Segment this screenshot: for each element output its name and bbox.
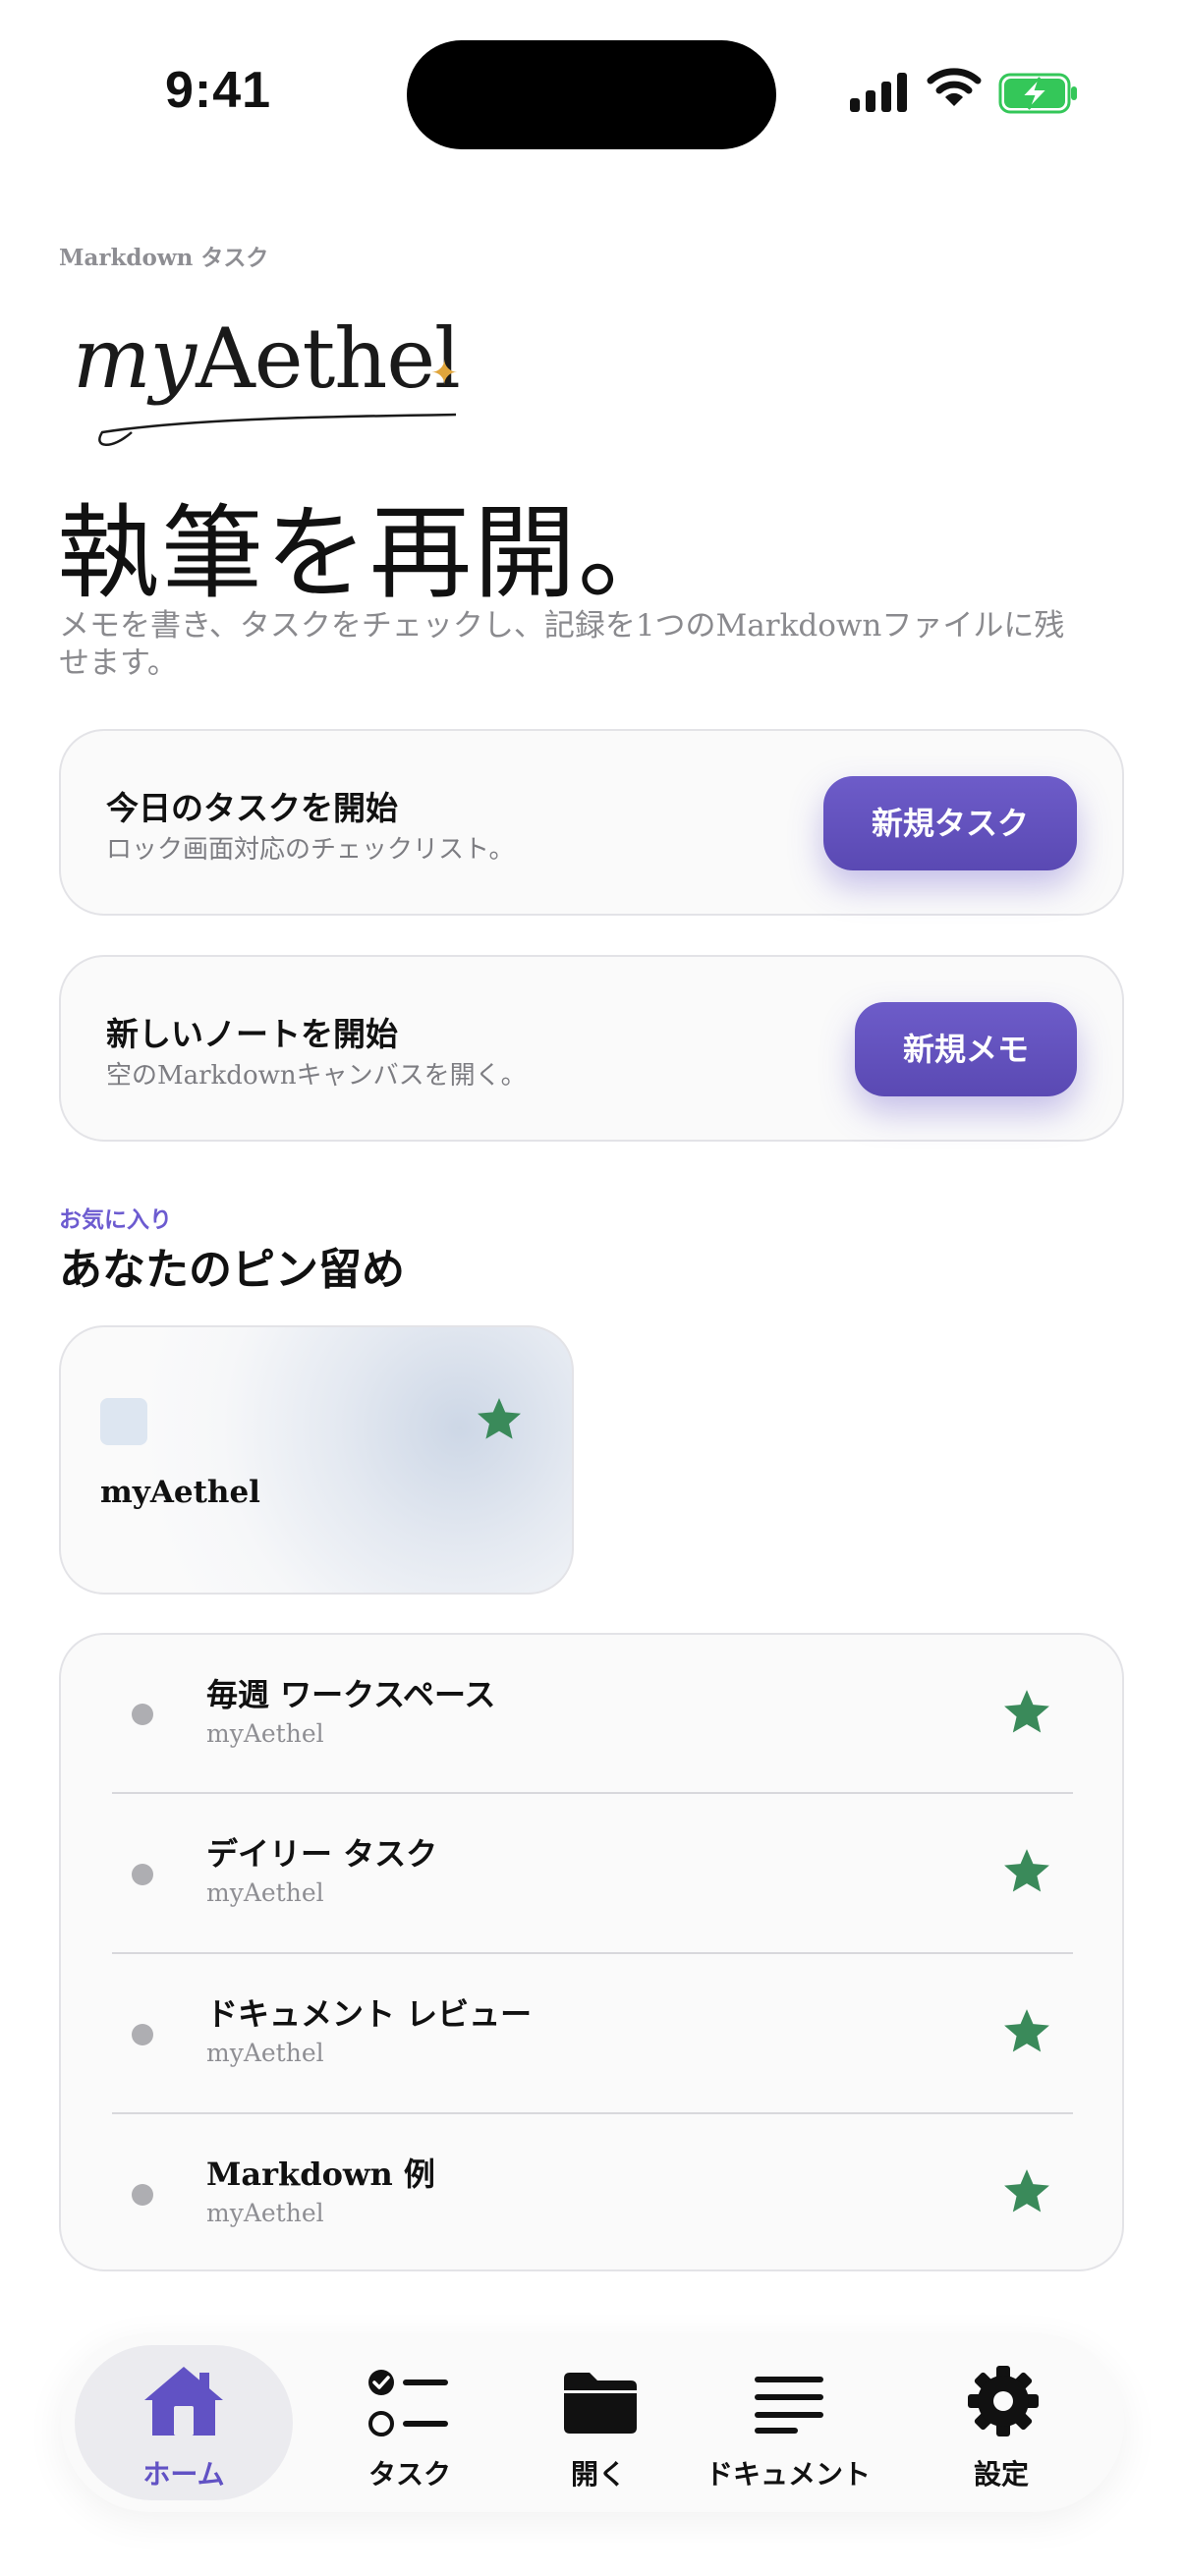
star-icon[interactable] — [1002, 2007, 1051, 2054]
dynamic-island — [407, 40, 776, 149]
card-title: 今日のタスクを開始 — [106, 789, 398, 827]
tab-label: ドキュメント — [705, 2459, 871, 2490]
page-title: 執筆を再開。 — [57, 493, 683, 613]
wifi-icon — [927, 68, 982, 106]
bullet-dot — [132, 1704, 153, 1725]
list-item-subtitle: myAethel — [206, 2039, 324, 2067]
start-note-card: 新しいノートを開始 空のMarkdownキャンバスを開く。 新規メモ — [59, 955, 1124, 1142]
bullet-dot — [132, 1864, 153, 1885]
tab-label: 開く — [570, 2459, 626, 2490]
pinned-card[interactable]: myAethel — [59, 1325, 574, 1595]
pinned-card-label: myAethel — [100, 1475, 260, 1510]
new-task-button[interactable]: 新規タスク — [823, 776, 1077, 870]
list-item-subtitle: myAethel — [206, 2199, 324, 2227]
favorites-title: あなたのピン留め — [59, 1245, 405, 1295]
tab-label: ホーム — [142, 2459, 225, 2490]
tab-open[interactable]: 開く — [515, 2333, 682, 2512]
house-icon — [144, 2367, 223, 2436]
pinned-card-icon — [100, 1398, 147, 1445]
star-icon[interactable] — [1002, 1847, 1051, 1894]
list-item[interactable]: Markdown 例 myAethel — [61, 2114, 1122, 2273]
bullet-dot — [132, 2184, 153, 2206]
card-subtitle: 空のMarkdownキャンバスを開く。 — [106, 1061, 527, 1091]
page-subtitle: メモを書き、タスクをチェックし、記録を1つのMarkdownファイルに残せます。 — [59, 608, 1065, 681]
list-item[interactable]: 毎週 ワークスペース myAethel — [61, 1635, 1122, 1794]
folder-icon — [564, 2373, 637, 2434]
favorites-eyebrow: お気に入り — [59, 1206, 172, 1233]
app-logo: myAethel ✦ — [65, 295, 478, 452]
star-icon[interactable] — [1002, 2167, 1051, 2214]
list-item-title: Markdown 例 — [206, 2156, 435, 2193]
logo-swash — [98, 413, 457, 446]
start-tasks-card: 今日のタスクを開始 ロック画面対応のチェックリスト。 新規タスク — [59, 729, 1124, 916]
favorites-list: 毎週 ワークスペース myAethel デイリー タスク myAethel ドキ… — [59, 1633, 1124, 2271]
status-time: 9:41 — [165, 62, 272, 119]
tab-label: 設定 — [973, 2459, 1029, 2490]
new-memo-button[interactable]: 新規メモ — [855, 1002, 1077, 1096]
list-item-title: デイリー タスク — [206, 1835, 438, 1873]
gear-icon — [968, 2366, 1039, 2436]
document-lines-icon — [755, 2377, 823, 2434]
list-item-title: ドキュメント レビュー — [206, 1995, 533, 2033]
list-item-subtitle: myAethel — [206, 1719, 324, 1748]
checklist-icon — [368, 2370, 448, 2436]
list-item-title: 毎週 ワークスペース — [206, 1676, 496, 1713]
tab-label: タスク — [367, 2459, 451, 2490]
tab-bar: ホーム タスク 開く ドキュメント 設定 — [61, 2333, 1124, 2512]
star-icon[interactable] — [1002, 1688, 1051, 1735]
card-subtitle: ロック画面対応のチェックリスト。 — [106, 835, 515, 865]
battery-charging-icon — [998, 73, 1077, 114]
sparkle-icon: ✦ — [430, 354, 459, 393]
header-eyebrow: Markdown タスク — [59, 245, 269, 271]
star-icon[interactable] — [476, 1396, 523, 1441]
list-item-subtitle: myAethel — [206, 1878, 324, 1907]
card-title: 新しいノートを開始 — [106, 1015, 398, 1053]
bullet-dot — [132, 2024, 153, 2045]
tab-home[interactable]: ホーム — [75, 2333, 293, 2512]
list-item[interactable]: ドキュメント レビュー myAethel — [61, 1954, 1122, 2113]
tab-settings[interactable]: 設定 — [918, 2333, 1085, 2512]
tab-documents[interactable]: ドキュメント — [690, 2333, 886, 2512]
cellular-signal-icon — [850, 73, 907, 112]
list-item[interactable]: デイリー タスク myAethel — [61, 1794, 1122, 1953]
tab-tasks[interactable]: タスク — [326, 2333, 493, 2512]
